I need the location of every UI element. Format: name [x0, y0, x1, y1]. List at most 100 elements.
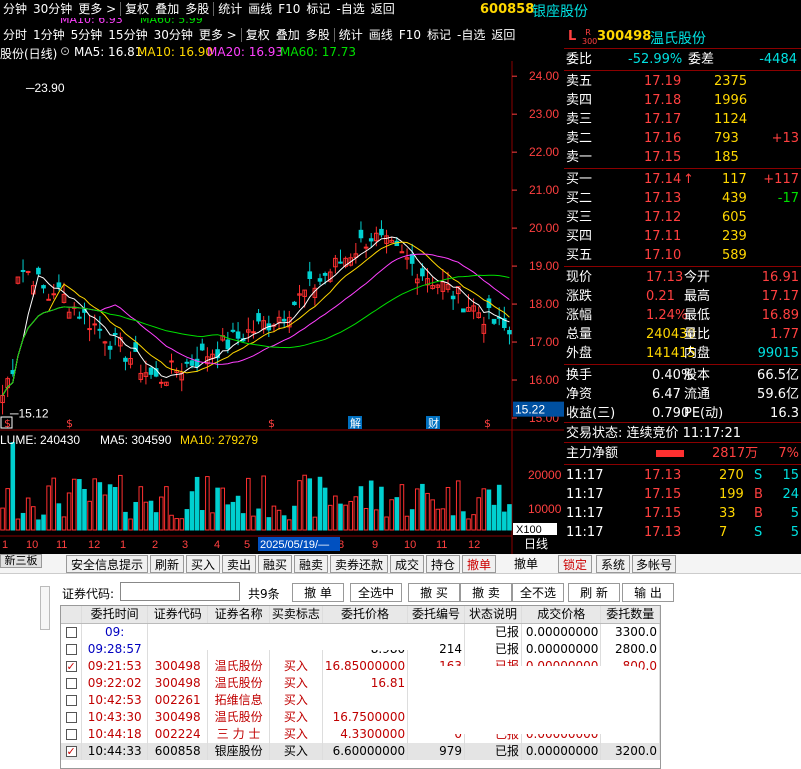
action-button[interactable]: 全不选: [512, 583, 564, 602]
action-button[interactable]: 全选中: [350, 583, 402, 602]
order-row[interactable]: 10:44:33600858银座股份买入6.60000000979已报0.000…: [61, 743, 660, 760]
column-header[interactable]: 证券名称: [207, 606, 270, 624]
row-checkbox[interactable]: [61, 692, 83, 709]
chart-toolbar-item-3[interactable]: 15分钟: [105, 26, 150, 44]
ask-price: 17.16: [644, 131, 682, 146]
action-button[interactable]: 撤 卖: [460, 583, 512, 602]
chart-toolbar-item-0[interactable]: 分时: [0, 26, 30, 44]
chart-toolbar-item-2[interactable]: 5分钟: [68, 26, 106, 44]
volume-bar: [5, 488, 10, 531]
row-checkbox[interactable]: [61, 641, 83, 658]
lock-button[interactable]: 锁定: [558, 555, 592, 573]
event-marker[interactable]: $: [66, 417, 73, 430]
column-header[interactable]: 委托编号: [407, 606, 466, 624]
column-header[interactable]: 委托时间: [81, 606, 149, 624]
multi-account-button[interactable]: 多帐号: [632, 555, 676, 573]
top-toolbar-item-8[interactable]: F10: [275, 0, 303, 18]
top-toolbar-item-11[interactable]: 返回: [368, 0, 398, 18]
checkbox-icon[interactable]: [65, 627, 77, 638]
chart-toolbar-item-10[interactable]: 画线: [366, 26, 396, 44]
chart-toolbar-item-13[interactable]: -自选: [454, 26, 488, 44]
row-checkbox[interactable]: [61, 658, 83, 675]
trade-toolbar-button[interactable]: 持仓: [426, 555, 460, 573]
chevron-down-icon[interactable]: ⊙: [60, 44, 70, 58]
top-toolbar-item-9[interactable]: 标记: [303, 0, 333, 18]
ask-row: 卖五 17.19 2375: [564, 72, 801, 91]
event-marker[interactable]: $: [484, 417, 491, 430]
top-toolbar-item-2[interactable]: 更多 >: [75, 0, 119, 18]
action-button[interactable]: 输 出: [622, 583, 674, 602]
order-cell-code: 002261: [147, 692, 209, 709]
event-marker[interactable]: 财: [428, 416, 439, 430]
system-button[interactable]: 系统: [596, 555, 630, 573]
trade-toolbar-button[interactable]: 融买: [258, 555, 292, 573]
row-checkbox[interactable]: [61, 675, 83, 692]
stat-row: 收益(三) 0.790 PE(动) 16.3: [564, 404, 801, 423]
top-toolbar-item-4[interactable]: 叠加: [152, 0, 182, 18]
top-toolbar-item-0[interactable]: 分钟: [0, 0, 30, 18]
side-scrollbar[interactable]: [40, 586, 50, 630]
row-checkbox[interactable]: [61, 743, 83, 760]
action-button[interactable]: 撤 买: [408, 583, 460, 602]
chart-area[interactable]: 24.00 23.00 22.00 21.00 20.00 19.00 18.00 17.00…: [0, 61, 564, 554]
event-marker[interactable]: $: [268, 417, 275, 430]
top-toolbar-item-1[interactable]: 30分钟: [30, 0, 75, 18]
trade-toolbar-button[interactable]: 成交: [390, 555, 424, 573]
volume-bar: [97, 482, 103, 531]
action-button[interactable]: 刷 新: [568, 583, 620, 602]
chart-toolbar-item-1[interactable]: 1分钟: [30, 26, 68, 44]
checkbox-icon[interactable]: [65, 695, 77, 706]
checkbox-icon[interactable]: [65, 658, 77, 675]
candlestick-chart[interactable]: 24.00 23.00 22.00 21.00 20.00 19.00 18.00 17.00…: [0, 61, 564, 554]
volume-bar: [246, 477, 251, 531]
column-header[interactable]: 成交价格: [521, 606, 602, 624]
top-toolbar-item-3[interactable]: 复权: [122, 0, 152, 18]
chart-toolbar-item-8[interactable]: 多股: [303, 26, 333, 44]
row-checkbox[interactable]: [61, 726, 83, 743]
top-toolbar-item-10[interactable]: -自选: [333, 0, 367, 18]
order-cell-price: 16.7500000: [322, 709, 409, 726]
trade-toolbar-button[interactable]: 买入: [186, 555, 220, 573]
search-input[interactable]: [120, 582, 240, 601]
checkbox-icon[interactable]: [65, 678, 77, 689]
candle-body: [189, 360, 195, 366]
trade-toolbar-button[interactable]: 刷新: [150, 555, 184, 573]
column-header[interactable]: 买卖标志: [269, 606, 323, 624]
action-button[interactable]: 撤 单: [292, 583, 344, 602]
checkbox-icon[interactable]: [65, 729, 77, 740]
column-header[interactable]: 状态说明: [464, 606, 522, 624]
row-checkbox[interactable]: [61, 623, 83, 641]
chart-toolbar-item-6[interactable]: 复权: [243, 26, 273, 44]
chart-toolbar-item-7[interactable]: 叠加: [273, 26, 303, 44]
top-toolbar-item-6[interactable]: 统计: [215, 0, 245, 18]
checkbox-icon[interactable]: [65, 712, 77, 723]
order-cell-deal: 0.00000000: [521, 743, 602, 760]
chart-toolbar-item-4[interactable]: 30分钟: [151, 26, 196, 44]
top-toolbar-item-7[interactable]: 画线: [245, 0, 275, 18]
cancel-order-tab[interactable]: 撤单: [508, 555, 544, 573]
period-label[interactable]: 日线: [524, 537, 548, 551]
trade-toolbar-button[interactable]: 卖券还款: [330, 555, 388, 573]
top-toolbar-item-5[interactable]: 多股: [182, 0, 212, 18]
trade-toolbar-button[interactable]: 卖出: [222, 555, 256, 573]
stat-row: 换手 0.40% 股本 66.5亿: [564, 366, 801, 385]
chart-toolbar-item-12[interactable]: 标记: [424, 26, 454, 44]
checkbox-icon[interactable]: [65, 644, 77, 655]
chart-toolbar-item-9[interactable]: 统计: [336, 26, 366, 44]
column-header[interactable]: 委托价格: [322, 606, 409, 624]
volume-bar: [51, 477, 57, 531]
trade-toolbar-button[interactable]: 撤单: [462, 555, 496, 573]
order-cell-code: [147, 641, 209, 658]
trade-toolbar-button[interactable]: 安全信息提示: [66, 555, 148, 573]
ma20-line: [2, 253, 510, 396]
column-header[interactable]: 委托数量: [600, 606, 660, 624]
chart-toolbar-item-11[interactable]: F10: [396, 26, 424, 44]
row-checkbox[interactable]: [61, 709, 83, 726]
chart-toolbar-item-14[interactable]: 返回: [488, 26, 518, 44]
checkbox-icon[interactable]: [65, 743, 77, 760]
event-marker[interactable]: 解: [350, 416, 361, 430]
sidebar-tab-xinsanban[interactable]: 新三板: [0, 554, 42, 568]
trade-toolbar-button[interactable]: 融卖: [294, 555, 328, 573]
chart-toolbar-item-5[interactable]: 更多 >: [196, 26, 240, 44]
column-header[interactable]: 证券代码: [147, 606, 209, 624]
